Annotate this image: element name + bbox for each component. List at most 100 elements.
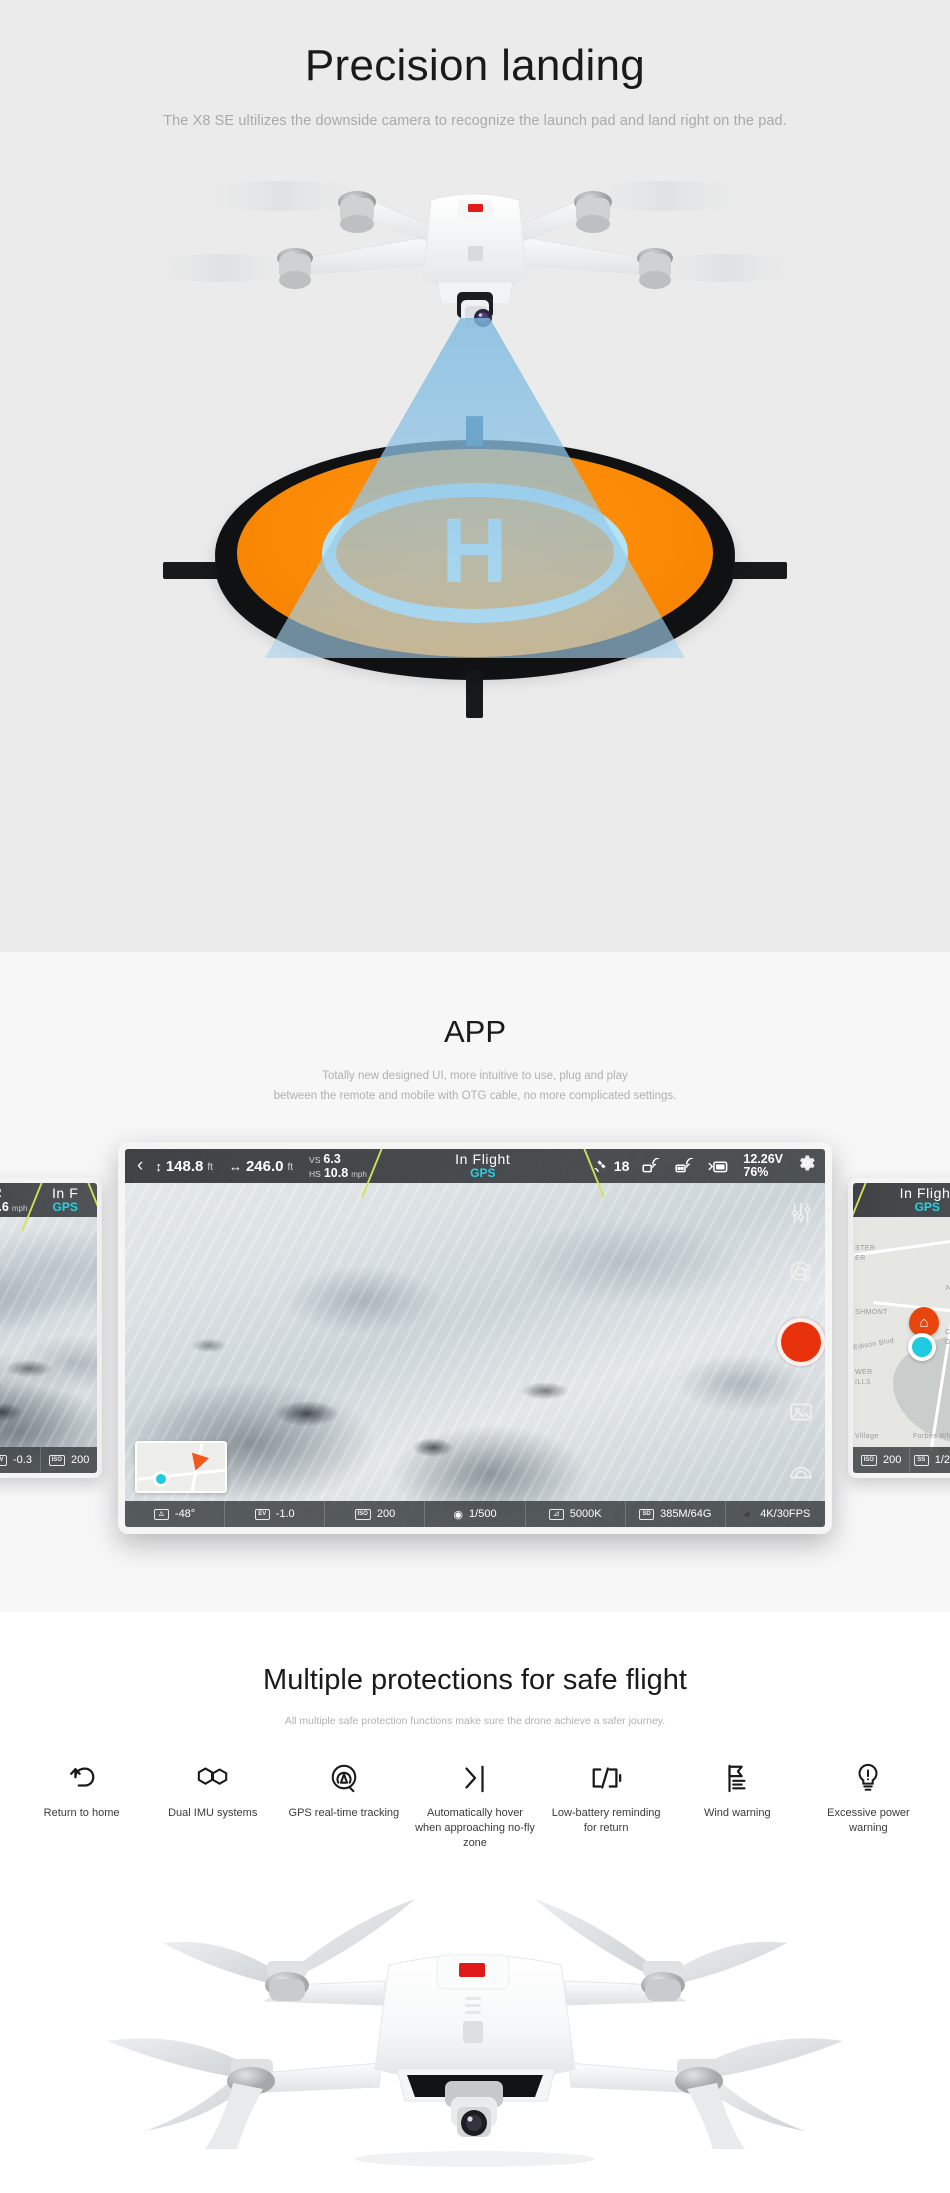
camera-settings-sliders-icon[interactable]	[788, 1200, 814, 1226]
gear-icon[interactable]	[796, 1153, 816, 1179]
left-hs-value: 12.6	[0, 1200, 9, 1214]
app-screen-right[interactable]: STER ER Ashmont St SHMONT CEDAR GROVE Ed…	[848, 1178, 950, 1478]
map-label: Ashmont St	[944, 1277, 950, 1293]
shutter-speed-cell[interactable]: ◉ 1/500	[425, 1501, 526, 1527]
feature-excessive-power-warning[interactable]: Excessive power warning	[803, 1761, 934, 1836]
return-to-home-icon	[67, 1761, 97, 1795]
app-subtitle: Totally new designed UI, more intuitive …	[0, 1066, 950, 1106]
protections-title: Multiple protections for safe flight	[263, 1664, 687, 1696]
speed-readouts: VS 6.3 HS 10.8 mph	[309, 1151, 367, 1180]
left-status-text: In F	[51, 1185, 79, 1202]
page-title: Precision landing	[304, 41, 646, 90]
minimap-thumbnail[interactable]	[135, 1441, 227, 1493]
gps-satellite-icon: 18	[593, 1158, 630, 1174]
main-camera-feed	[125, 1149, 825, 1527]
ev-cell[interactable]: EV -1.0	[225, 1501, 326, 1527]
map-label: ER	[855, 1255, 866, 1262]
feature-label: Wind warning	[703, 1807, 771, 1819]
camera-mode-switch-icon[interactable]	[788, 1259, 814, 1285]
left-speeds: VS8.2 HS12.6mph	[0, 1186, 28, 1214]
gallery-icon[interactable]	[788, 1399, 814, 1425]
right-status-text: In Flight	[899, 1185, 950, 1202]
left-cam-value-1: -0.3	[13, 1454, 32, 1466]
right-camera-bar: ISO200 SS1/200 WB650	[853, 1447, 950, 1473]
exposure-meter-icon: △	[153, 1508, 169, 1520]
gps-satellite-glyph	[594, 1159, 606, 1172]
ev-icon: EV	[254, 1508, 270, 1520]
main-hud-right: 18 12.26V 76%	[593, 1152, 825, 1179]
right-flight-status: In Flight GPS	[857, 1183, 950, 1217]
flight-status-badge: In Flight GPS	[373, 1149, 593, 1183]
map-switch-icon[interactable]	[788, 1458, 814, 1484]
shutter-record-button[interactable]	[777, 1317, 825, 1366]
altitude-value: 148.8	[165, 1157, 204, 1175]
hs-value: 10.8	[323, 1166, 349, 1180]
landing-subtitle: The X8 SE ultilizes the downside camera …	[163, 112, 787, 129]
iso-icon: ISO	[48, 1454, 65, 1466]
left-hs-unit: mph	[11, 1203, 28, 1213]
feature-return-to-home[interactable]: Return to home	[16, 1761, 147, 1821]
distance-readout: ↔ 246.0 ft	[229, 1159, 293, 1174]
left-camera-bar: 5° EV-0.3 ISO200	[0, 1447, 97, 1473]
feature-wind-warning[interactable]: Wind warning	[672, 1761, 803, 1821]
app-screen-main[interactable]: ‹ ↕ 148.8 ft ↔ 246.0 ft VS 6.3 HS 10.8 m…	[118, 1142, 832, 1534]
sd-card-value: 385M/64G	[660, 1508, 712, 1520]
chevron-left-icon[interactable]: ‹	[135, 1156, 155, 1177]
map-label: SHMONT	[855, 1309, 888, 1316]
feature-label: Dual IMU systems	[168, 1807, 258, 1819]
white-balance-cell[interactable]: ◿ 5000K	[526, 1501, 626, 1527]
app-title: APP	[443, 1014, 507, 1049]
right-cam-cell[interactable]: SS 1/200	[910, 1447, 950, 1473]
hs-unit: mph	[351, 1169, 367, 1179]
feature-gps-tracking[interactable]: GPS real-time tracking	[278, 1761, 409, 1821]
landing-header: Precision landing The X8 SE ultilizes th…	[0, 0, 950, 129]
signal-mode-text: GPS	[470, 1166, 496, 1181]
drone-position-marker[interactable]	[908, 1333, 936, 1361]
gps-satellite-count: 18	[613, 1158, 630, 1174]
remote-wifi-glyph	[675, 1158, 694, 1173]
left-hud-bar: .0 ft VS8.2 HS12.6mph In F GPS	[0, 1183, 97, 1217]
map-label: ILLS	[855, 1379, 871, 1386]
app-subtitle-line1: Totally new designed UI, more intuitive …	[322, 1070, 628, 1082]
right-screen-body: STER ER Ashmont St SHMONT CEDAR GROVE Ed…	[853, 1183, 950, 1473]
left-flight-status: In F GPS	[33, 1183, 97, 1217]
drone-wifi-icon	[642, 1158, 662, 1174]
ev-value: -1.0	[275, 1508, 295, 1520]
dual-imu-hexagons-icon	[196, 1761, 230, 1795]
right-cam-value-0: 200	[882, 1454, 902, 1466]
camera-tool-rail	[777, 1183, 825, 1501]
app-header: APP Totally new designed UI, more intuit…	[0, 952, 950, 1106]
precision-landing-section: Precision landing The X8 SE ultilizes th…	[0, 0, 950, 952]
feature-low-battery-return[interactable]: Low-battery reminding for return	[541, 1761, 672, 1836]
left-gps-text: GPS	[52, 1200, 78, 1215]
left-cam-cell[interactable]: ISO 200	[41, 1447, 97, 1473]
feature-dual-imu[interactable]: Dual IMU systems	[147, 1761, 278, 1821]
shutter-speed-icon: SS	[913, 1454, 929, 1466]
white-balance-icon: ◿	[548, 1508, 564, 1520]
vs-value: 6.3	[323, 1151, 341, 1166]
map-label: STER	[855, 1245, 876, 1252]
right-map-view[interactable]: STER ER Ashmont St SHMONT CEDAR GROVE Ed…	[853, 1183, 950, 1473]
video-format-cell[interactable]: ◾ 4K/30FPS	[726, 1501, 825, 1527]
right-cam-value-1: 1/200	[934, 1454, 950, 1466]
no-fly-zone-hover-icon	[462, 1761, 488, 1795]
low-battery-return-icon	[589, 1761, 623, 1795]
sd-card-cell[interactable]: SD 385M/64G	[626, 1501, 726, 1527]
right-cam-cell[interactable]: ISO 200	[853, 1447, 910, 1473]
feature-label: GPS real-time tracking	[288, 1807, 400, 1819]
app-screen-left[interactable]: .0 ft VS8.2 HS12.6mph In F GPS	[0, 1178, 102, 1478]
drone-battery-glyph	[708, 1161, 728, 1172]
home-point-marker	[153, 1471, 169, 1487]
distance-arrows-icon: ↔	[228, 1158, 242, 1174]
iso-cell[interactable]: ISO 200	[325, 1501, 426, 1527]
altitude-unit: ft	[207, 1161, 213, 1173]
wind-warning-flag-icon	[723, 1761, 751, 1795]
exposure-cell[interactable]: △ -48°	[125, 1501, 226, 1527]
white-balance-value: 5000K	[569, 1508, 602, 1520]
ev-icon: EV	[0, 1454, 8, 1466]
left-cam-cell[interactable]: EV -0.3	[0, 1447, 41, 1473]
exposure-value: -48°	[174, 1508, 196, 1520]
left-camera-feed	[0, 1183, 97, 1473]
distance-unit: ft	[287, 1161, 294, 1173]
feature-no-fly-zone-hover[interactable]: Automatically hover when approaching no-…	[409, 1761, 540, 1851]
